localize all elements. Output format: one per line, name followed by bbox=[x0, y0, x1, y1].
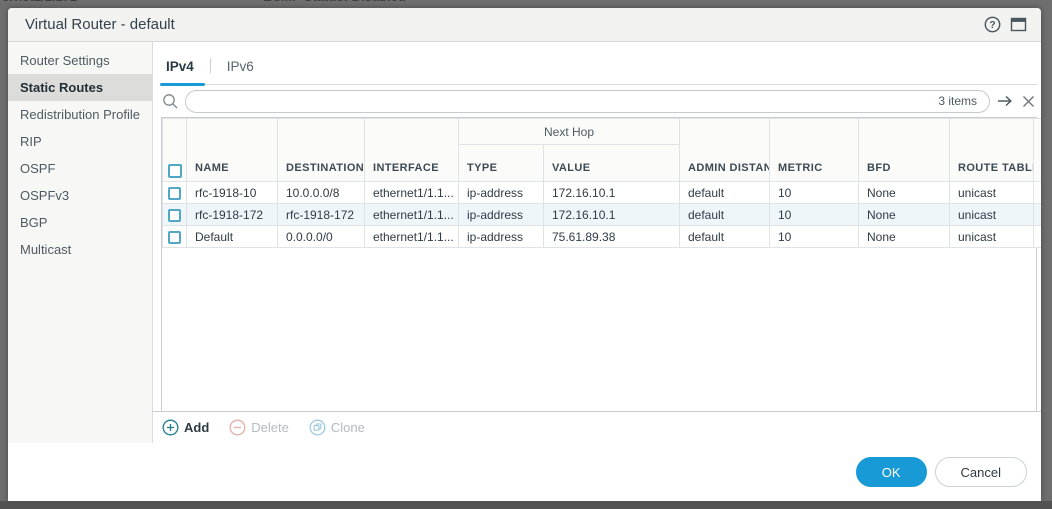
cell-name: Default bbox=[187, 226, 278, 248]
minus-circle-icon bbox=[229, 419, 246, 436]
cell-type: ip-address bbox=[459, 226, 544, 248]
column-header-admin-distance[interactable]: ADMIN DISTANCE bbox=[680, 119, 770, 182]
dialog-titlebar: Virtual Router - default ? bbox=[8, 8, 1041, 42]
main-panel: IPv4 IPv6 3 items bbox=[153, 42, 1041, 443]
plus-circle-icon bbox=[162, 419, 179, 436]
sidebar-item-bgp[interactable]: BGP bbox=[8, 209, 152, 236]
cell-destination: 10.0.0.0/8 bbox=[278, 182, 365, 204]
column-header-value[interactable]: VALUE bbox=[544, 145, 680, 182]
scrollbar-gutter bbox=[1034, 119, 1041, 182]
cell-admin-distance: default bbox=[680, 226, 770, 248]
column-group-next-hop: Next Hop bbox=[459, 119, 680, 145]
cell-name: rfc-1918-172 bbox=[187, 204, 278, 226]
cell-bfd: None bbox=[859, 226, 950, 248]
select-all-header-cell bbox=[163, 119, 187, 182]
cell-value: 172.16.10.1 bbox=[544, 182, 680, 204]
select-all-checkbox[interactable] bbox=[168, 164, 182, 178]
column-header-type[interactable]: TYPE bbox=[459, 145, 544, 182]
sidebar-item-redistribution-profile[interactable]: Redistribution Profile bbox=[8, 101, 152, 128]
column-header-route-table[interactable]: ROUTE TABLE bbox=[950, 119, 1034, 182]
cell-admin-distance: default bbox=[680, 204, 770, 226]
sidebar-item-multicast[interactable]: Multicast bbox=[8, 236, 152, 263]
dialog-title: Virtual Router - default bbox=[25, 16, 175, 33]
cell-destination: rfc-1918-172 bbox=[278, 204, 365, 226]
search-icon bbox=[161, 92, 180, 111]
column-header-destination[interactable]: DESTINATION bbox=[278, 119, 365, 182]
column-header-interface[interactable]: INTERFACE bbox=[365, 119, 459, 182]
cell-metric: 10 bbox=[770, 204, 859, 226]
column-header-metric[interactable]: METRIC bbox=[770, 119, 859, 182]
sidebar-item-static-routes[interactable]: Static Routes bbox=[8, 74, 152, 101]
sidebar-item-router-settings[interactable]: Router Settings bbox=[8, 47, 152, 74]
search-row: 3 items bbox=[161, 85, 1037, 117]
row-checkbox[interactable] bbox=[168, 231, 181, 244]
cancel-button[interactable]: Cancel bbox=[935, 457, 1027, 487]
cell-interface: ethernet1/1.1... bbox=[365, 204, 459, 226]
cell-bfd: None bbox=[859, 182, 950, 204]
cell-route-table: unicast bbox=[950, 204, 1034, 226]
cell-type: ip-address bbox=[459, 204, 544, 226]
dialog-footer: OK Cancel bbox=[8, 443, 1041, 501]
page-bottom-edge bbox=[0, 501, 1052, 509]
column-header-bfd[interactable]: BFD bbox=[859, 119, 950, 182]
row-checkbox[interactable] bbox=[168, 187, 181, 200]
background-partial-text-interface: ernet1/1.172 bbox=[2, 0, 77, 4]
tab-ipv6[interactable]: IPv6 bbox=[222, 59, 259, 84]
tab-bar: IPv4 IPv6 bbox=[161, 42, 1037, 85]
help-icon[interactable]: ? bbox=[984, 16, 1001, 33]
cell-interface: ethernet1/1.1... bbox=[365, 182, 459, 204]
cell-admin-distance: default bbox=[680, 182, 770, 204]
cell-bfd: None bbox=[859, 204, 950, 226]
cell-metric: 10 bbox=[770, 226, 859, 248]
tab-divider bbox=[210, 58, 211, 73]
tab-ipv4[interactable]: IPv4 bbox=[161, 59, 199, 84]
delete-button[interactable]: Delete bbox=[229, 419, 289, 436]
clear-filter-button[interactable] bbox=[1020, 93, 1037, 110]
table-row[interactable]: rfc-1918-172 rfc-1918-172 ethernet1/1.1.… bbox=[163, 204, 1041, 226]
table-empty-area bbox=[162, 248, 1036, 411]
svg-text:?: ? bbox=[989, 20, 995, 31]
virtual-router-dialog: Virtual Router - default ? Router Settin… bbox=[8, 8, 1041, 501]
static-routes-table-container: NAME DESTINATION INTERFACE Next Hop ADMI… bbox=[161, 117, 1037, 411]
cell-metric: 10 bbox=[770, 182, 859, 204]
cell-route-table: unicast bbox=[950, 182, 1034, 204]
cell-route-table: unicast bbox=[950, 226, 1034, 248]
ok-button[interactable]: OK bbox=[856, 457, 927, 487]
add-button[interactable]: Add bbox=[162, 419, 209, 436]
cell-type: ip-address bbox=[459, 182, 544, 204]
clone-icon bbox=[309, 419, 326, 436]
table-row[interactable]: Default 0.0.0.0/0 ethernet1/1.1... ip-ad… bbox=[163, 226, 1041, 248]
static-routes-table: NAME DESTINATION INTERFACE Next Hop ADMI… bbox=[162, 118, 1041, 248]
cell-destination: 0.0.0.0/0 bbox=[278, 226, 365, 248]
clone-button[interactable]: Clone bbox=[309, 419, 365, 436]
sidebar-item-ospf[interactable]: OSPF bbox=[8, 155, 152, 182]
column-header-name[interactable]: NAME bbox=[187, 119, 278, 182]
background-partial-text-ecmp: ECMP Status: Disabled bbox=[263, 0, 406, 4]
dialog-body: Router Settings Static Routes Redistribu… bbox=[8, 42, 1041, 443]
cell-value: 75.61.89.38 bbox=[544, 226, 680, 248]
search-input[interactable] bbox=[198, 94, 930, 108]
table-actions-bar: Add Delete Clone bbox=[153, 411, 1041, 443]
sidebar-nav: Router Settings Static Routes Redistribu… bbox=[8, 42, 153, 443]
sidebar-item-ospfv3[interactable]: OSPFv3 bbox=[8, 182, 152, 209]
row-checkbox[interactable] bbox=[168, 209, 181, 222]
items-count-badge: 3 items bbox=[930, 94, 977, 108]
table-row[interactable]: rfc-1918-10 10.0.0.0/8 ethernet1/1.1... … bbox=[163, 182, 1041, 204]
sidebar-item-rip[interactable]: RIP bbox=[8, 128, 152, 155]
cell-value: 172.16.10.1 bbox=[544, 204, 680, 226]
search-pill: 3 items bbox=[185, 90, 990, 113]
apply-filter-button[interactable] bbox=[995, 92, 1015, 110]
cell-interface: ethernet1/1.1... bbox=[365, 226, 459, 248]
window-icon[interactable] bbox=[1010, 17, 1027, 32]
cell-name: rfc-1918-10 bbox=[187, 182, 278, 204]
